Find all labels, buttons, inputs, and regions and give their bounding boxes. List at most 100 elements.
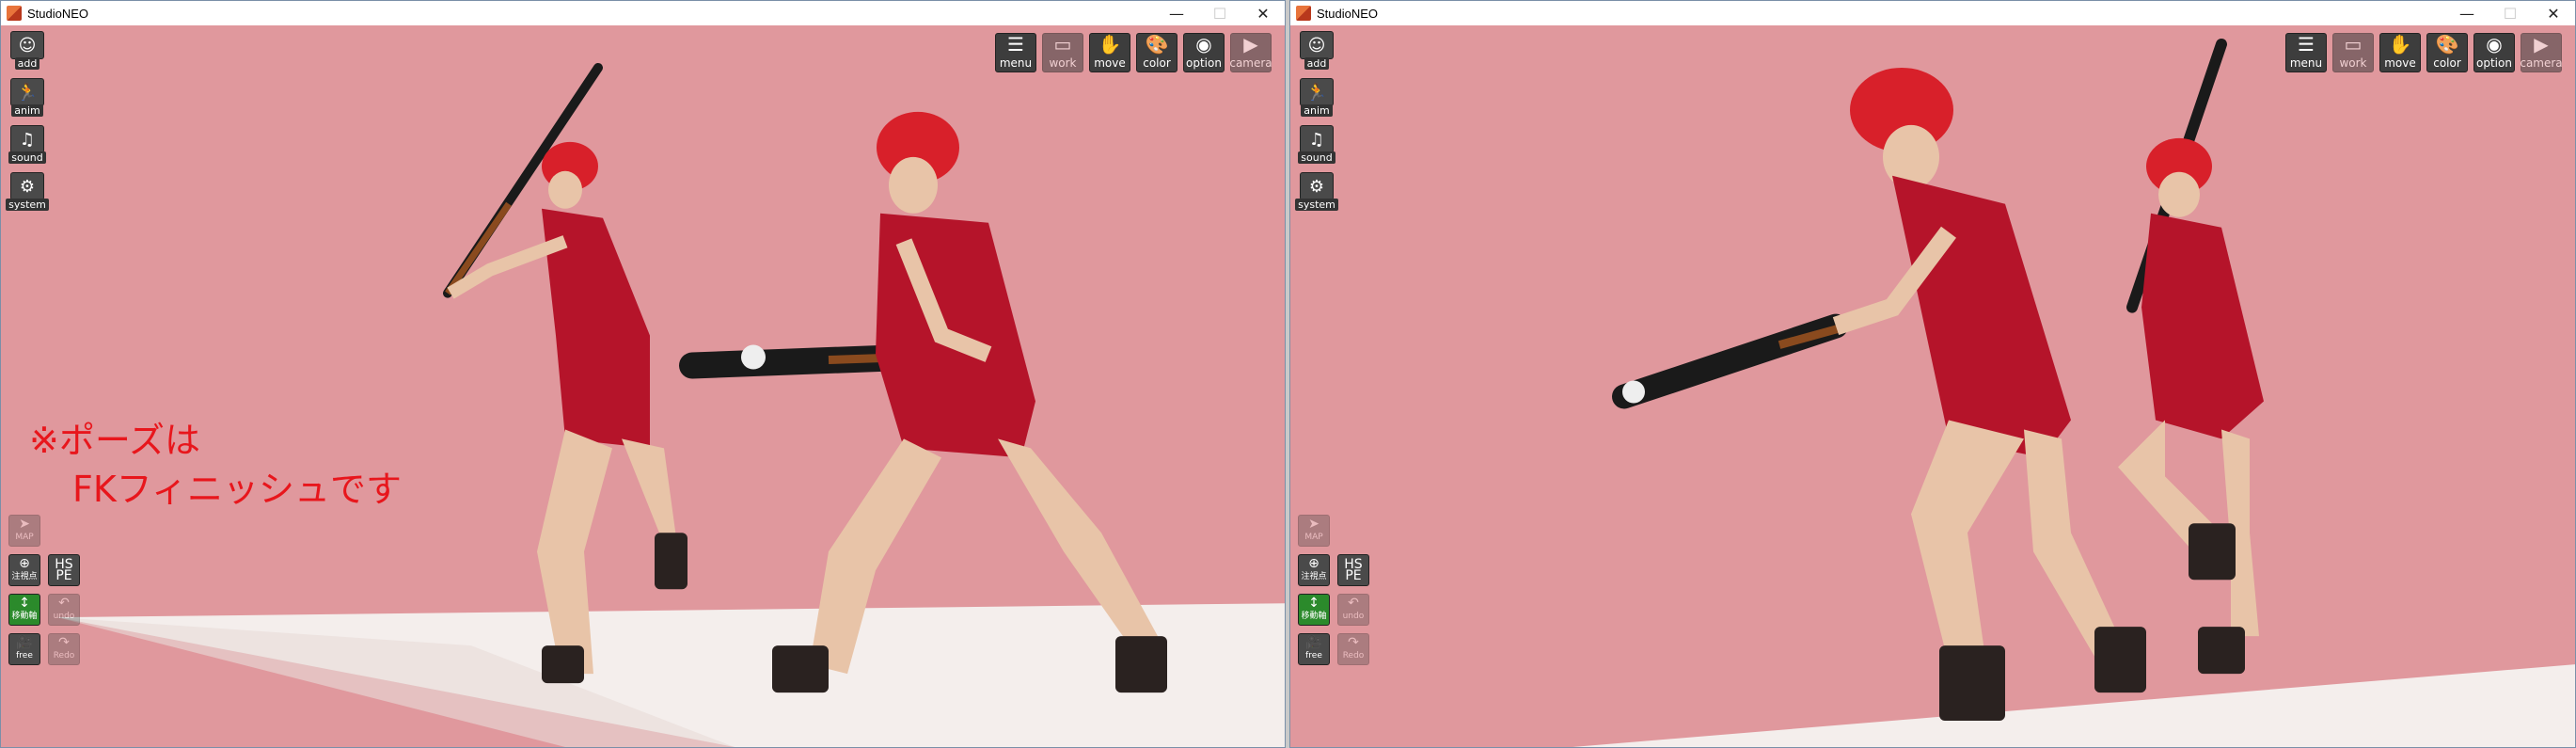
work-button[interactable]: ▭ work <box>1042 33 1083 72</box>
window-title: StudioNEO <box>1317 6 1379 21</box>
close-button[interactable]: ✕ <box>1241 1 1285 25</box>
scene-render <box>57 62 1285 747</box>
anim-label: anim <box>1301 104 1333 117</box>
move-label: move <box>1094 56 1126 70</box>
pose-note: ※ポーズは FKフィニッシュです <box>29 416 402 514</box>
camera-button[interactable]: ▶ camera <box>1229 33 1272 72</box>
studioneo-window-left: StudioNEO — ☐ ✕ ☺ add 🏃 anim ♫ sound ⚙ s… <box>0 0 1286 748</box>
undo-button[interactable]: ↶ undo <box>48 594 80 626</box>
palette-icon: 🎨 <box>1145 33 1169 56</box>
camera-mode-button[interactable]: 🎥 free <box>1298 633 1330 665</box>
title-bar: StudioNEO — ☐ ✕ <box>1 1 1285 25</box>
menu-button[interactable]: ☰ menu <box>995 33 1036 72</box>
camera-mode-label: free <box>16 651 33 660</box>
gears-icon: ⚙ <box>1300 172 1334 200</box>
anim-button[interactable]: 🏃 anim <box>1298 78 1335 119</box>
maximize-button[interactable]: ☐ <box>2489 1 2532 25</box>
system-button[interactable]: ⚙ system <box>1295 172 1338 214</box>
redo-label: Redo <box>1342 651 1365 660</box>
redo-label: Redo <box>53 651 75 660</box>
floor-plane <box>1572 664 2575 747</box>
maximize-button[interactable]: ☐ <box>1198 1 1241 25</box>
work-panel-icon: ▭ <box>2344 33 2363 56</box>
color-label: color <box>2433 56 2461 70</box>
hspe-button[interactable]: HS PE <box>48 554 80 586</box>
camera-mode-button[interactable]: 🎥 free <box>8 633 40 665</box>
person-icon: ☺ <box>1300 31 1334 59</box>
minimize-button[interactable]: — <box>1155 1 1198 25</box>
center-focus-button[interactable]: ⊕ 注視点 <box>8 554 40 586</box>
menu-list-icon: ☰ <box>1007 33 1024 56</box>
window-title: StudioNEO <box>27 6 89 21</box>
work-label: work <box>1049 56 1077 70</box>
sound-label: sound <box>8 151 46 164</box>
front-batter-figure <box>679 111 1167 693</box>
pose-note-line1: ※ポーズは <box>29 420 200 461</box>
title-bar: StudioNEO — ☐ ✕ <box>1290 1 2575 25</box>
undo-button[interactable]: ↶ undo <box>1337 594 1369 626</box>
music-note-icon: ♫ <box>10 125 44 153</box>
color-button[interactable]: 🎨 color <box>2426 33 2468 72</box>
eye-icon: ◉ <box>1195 33 1212 56</box>
3d-viewport[interactable]: ☺ add 🏃 anim ♫ sound ⚙ system ※ポーズは FKフィ… <box>1 25 1285 747</box>
hspe-button[interactable]: HS PE <box>1337 554 1369 586</box>
center-focus-button[interactable]: ⊕ 注視点 <box>1298 554 1330 586</box>
front-batter-figure <box>1612 67 2146 722</box>
move-button[interactable]: ✋ move <box>2379 33 2421 72</box>
redo-icon: ↷ <box>58 635 70 650</box>
camera-button[interactable]: ▶ camera <box>2520 33 2563 72</box>
center-label: 注視点 <box>11 572 38 581</box>
3d-viewport[interactable]: ☺ add 🏃 anim ♫ sound ⚙ system ➤ MAP ⊕ 注視… <box>1290 25 2575 747</box>
redo-button[interactable]: ↷ Redo <box>48 633 80 665</box>
eye-icon: ◉ <box>2486 33 2503 56</box>
redo-button[interactable]: ↷ Redo <box>1337 633 1369 665</box>
sound-button[interactable]: ♫ sound <box>8 125 46 167</box>
undo-label: undo <box>53 612 75 621</box>
add-button[interactable]: ☺ add <box>1298 31 1335 72</box>
anim-button[interactable]: 🏃 anim <box>8 78 46 119</box>
running-person-icon: 🏃 <box>1300 78 1334 106</box>
hspe-bottom-label: PE <box>55 568 72 583</box>
close-button[interactable]: ✕ <box>2532 1 2575 25</box>
minimize-button[interactable]: — <box>2445 1 2489 25</box>
system-label: system <box>6 199 49 211</box>
app-icon <box>1296 6 1311 21</box>
move-axis-button[interactable]: ↕ 移動軸 <box>8 594 40 626</box>
window-controls: — ☐ ✕ <box>1155 1 1285 25</box>
video-camera-icon: 🎥 <box>1305 635 1322 650</box>
add-label: add <box>14 57 40 70</box>
palette-icon: 🎨 <box>2435 33 2459 56</box>
color-button[interactable]: 🎨 color <box>1136 33 1177 72</box>
studioneo-window-right: StudioNEO — ☐ ✕ ☺ add 🏃 anim ♫ sound ⚙ s… <box>1289 0 2576 748</box>
map-button[interactable]: ➤ MAP <box>8 515 40 547</box>
scene-render <box>1572 38 2575 747</box>
hspe-bottom-label: PE <box>1345 568 1362 583</box>
option-button[interactable]: ◉ option <box>2473 33 2515 72</box>
person-icon: ☺ <box>10 31 44 59</box>
menu-list-icon: ☰ <box>2298 33 2315 56</box>
add-label: add <box>1304 57 1330 70</box>
undo-label: undo <box>1342 612 1365 621</box>
camera-icon: ▶ <box>1243 33 1258 56</box>
option-label: option <box>2476 56 2512 70</box>
anim-label: anim <box>11 104 43 117</box>
camera-mode-label: free <box>1305 651 1322 660</box>
hand-icon: ✋ <box>2388 33 2412 56</box>
map-button[interactable]: ➤ MAP <box>1298 515 1330 547</box>
hand-icon: ✋ <box>1098 33 1122 56</box>
move-axis-button[interactable]: ↕ 移動軸 <box>1298 594 1330 626</box>
work-panel-icon: ▭ <box>1053 33 1072 56</box>
work-button[interactable]: ▭ work <box>2332 33 2374 72</box>
sound-button[interactable]: ♫ sound <box>1298 125 1335 167</box>
menu-button[interactable]: ☰ menu <box>2285 33 2327 72</box>
app-icon <box>7 6 22 21</box>
add-button[interactable]: ☺ add <box>8 31 46 72</box>
option-label: option <box>1186 56 1222 70</box>
option-button[interactable]: ◉ option <box>1183 33 1225 72</box>
axis-icon: ↕ <box>19 596 30 611</box>
menu-label: menu <box>2289 56 2323 70</box>
move-button[interactable]: ✋ move <box>1089 33 1130 72</box>
map-arrow-icon: ➤ <box>1308 517 1320 532</box>
music-note-icon: ♫ <box>1300 125 1334 153</box>
system-button[interactable]: ⚙ system <box>6 172 49 214</box>
